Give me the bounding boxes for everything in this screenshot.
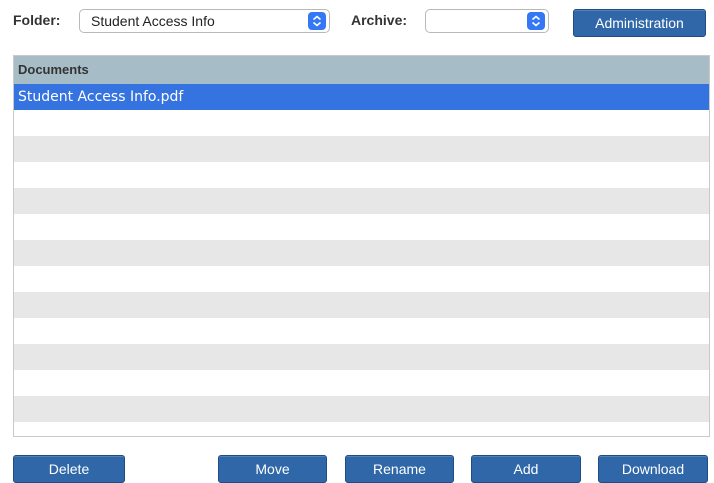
document-row[interactable] [14, 136, 709, 162]
documents-header: Documents [14, 56, 709, 84]
document-row[interactable] [14, 396, 709, 422]
documents-panel: Documents Student Access Info.pdf [13, 55, 710, 437]
document-row[interactable] [14, 370, 709, 396]
folder-select-value: Student Access Info [91, 13, 215, 29]
add-button[interactable]: Add [471, 455, 581, 483]
folder-select[interactable]: Student Access Info [79, 9, 330, 33]
administration-button[interactable]: Administration [573, 9, 706, 37]
delete-button[interactable]: Delete [13, 455, 125, 483]
document-row[interactable] [14, 110, 709, 136]
document-row[interactable] [14, 318, 709, 344]
chevron-updown-icon [308, 12, 326, 30]
rename-button[interactable]: Rename [345, 455, 454, 483]
archive-label: Archive: [351, 12, 408, 28]
document-row[interactable] [14, 162, 709, 188]
folder-label: Folder: [13, 12, 61, 28]
documents-list: Student Access Info.pdf [14, 84, 709, 422]
move-button[interactable]: Move [218, 455, 327, 483]
document-row[interactable]: Student Access Info.pdf [14, 84, 709, 110]
archive-select[interactable] [425, 9, 549, 33]
download-button[interactable]: Download [598, 455, 708, 483]
document-row[interactable] [14, 266, 709, 292]
document-row[interactable] [14, 214, 709, 240]
document-row[interactable] [14, 240, 709, 266]
document-row[interactable] [14, 188, 709, 214]
document-row[interactable] [14, 292, 709, 318]
document-row[interactable] [14, 344, 709, 370]
chevron-updown-icon [527, 12, 545, 30]
